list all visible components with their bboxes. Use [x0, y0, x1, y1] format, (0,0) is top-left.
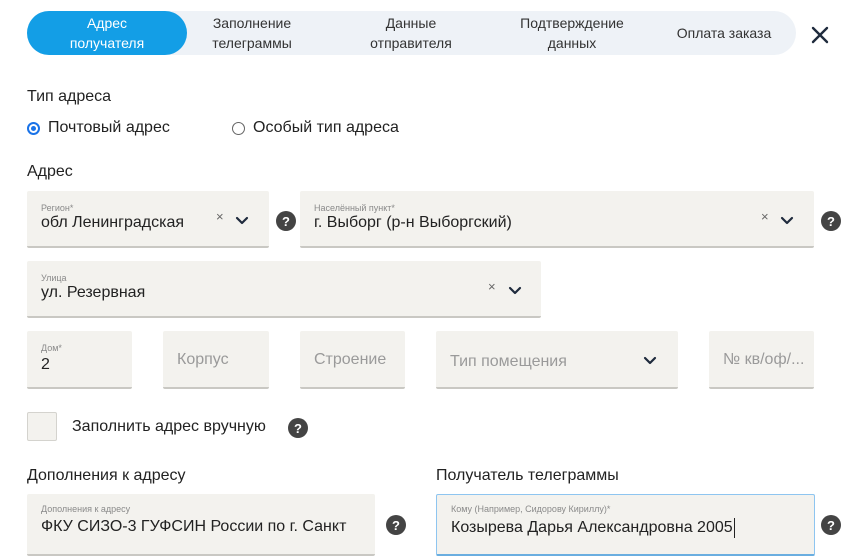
chevron-down-icon[interactable]	[235, 216, 249, 226]
step-label: телеграммы	[212, 35, 292, 51]
address-type-label: Тип адреса	[27, 88, 112, 105]
field-placeholder: Тип помещения	[450, 353, 567, 370]
field-value: г. Выборг (р-н Выборгский)	[314, 214, 512, 231]
corpus-input[interactable]: Корпус	[163, 331, 269, 389]
step-label: Адрес	[86, 15, 128, 31]
locality-select[interactable]: Населённый пункт* г. Выборг (р-н Выборгс…	[300, 191, 814, 248]
radio-postal-address[interactable]: Почтовый адрес	[27, 119, 170, 137]
region-select[interactable]: Регион* обл Ленинградская ×	[27, 191, 269, 248]
help-icon[interactable]: ?	[386, 515, 406, 535]
field-label: Кому (Например, Сидорову Кириллу)*	[451, 504, 611, 514]
manual-fill-checkbox[interactable]	[27, 412, 57, 441]
step-label: получателя	[69, 35, 145, 51]
clear-icon[interactable]: ×	[761, 209, 769, 224]
address-section-label: Адрес	[27, 163, 73, 180]
recipient-section-label: Получатель телеграммы	[436, 467, 619, 484]
help-icon[interactable]: ?	[276, 211, 296, 231]
clear-icon[interactable]: ×	[216, 209, 224, 224]
room-type-select[interactable]: Тип помещения	[436, 331, 678, 389]
field-value: ул. Резервная	[41, 284, 146, 301]
step-label: Оплата заказа	[676, 25, 772, 41]
wizard-stepper: Адрес получателя Заполнение телеграммы Дан…	[27, 11, 796, 55]
step-recipient-address[interactable]: Адрес получателя	[27, 11, 187, 55]
step-label: отправителя	[370, 35, 452, 51]
field-label: Улица	[41, 273, 67, 283]
field-label: Дом*	[41, 343, 62, 353]
help-icon[interactable]: ?	[821, 211, 841, 231]
help-icon[interactable]: ?	[288, 418, 308, 438]
clear-icon[interactable]: ×	[488, 279, 496, 294]
radio-checked-icon	[27, 121, 40, 135]
field-value: 2	[41, 356, 50, 373]
radio-special-address[interactable]: Особый тип адреса	[232, 119, 399, 137]
field-value: Козырева Дарья Александровна 2005	[451, 519, 733, 537]
step-label: Подтверждение	[520, 15, 624, 31]
field-value: ФКУ СИЗО-3 ГУФСИН России по г. Санкт	[41, 518, 347, 535]
close-icon[interactable]	[807, 22, 833, 48]
step-confirm-data[interactable]: Подтверждение данных	[502, 11, 642, 55]
step-label: Данные	[385, 15, 437, 31]
building-input[interactable]: Строение	[300, 331, 405, 389]
address-additions-input[interactable]: Дополнения к адресу ФКУ СИЗО-3 ГУФСИН Ро…	[27, 494, 375, 556]
apartment-input[interactable]: № кв/оф/...	[709, 331, 814, 389]
field-value: обл Ленинградская	[41, 214, 185, 231]
chevron-down-icon[interactable]	[780, 216, 794, 226]
recipient-name-input[interactable]: Кому (Например, Сидорову Кириллу)* Козыр…	[436, 494, 815, 556]
chevron-down-icon[interactable]	[508, 286, 522, 296]
radio-label: Почтовый адрес	[48, 119, 170, 136]
step-label: данных	[547, 35, 597, 51]
step-sender-data[interactable]: Данные отправителя	[351, 11, 471, 55]
radio-unchecked-icon	[232, 121, 245, 135]
manual-fill-label: Заполнить адрес вручную	[72, 418, 266, 435]
field-placeholder: № кв/оф/...	[723, 351, 805, 368]
field-placeholder: Строение	[314, 351, 387, 368]
additions-section-label: Дополнения к адресу	[27, 467, 186, 484]
radio-label: Особый тип адреса	[253, 119, 399, 136]
field-label: Населённый пункт*	[314, 203, 395, 213]
field-placeholder: Корпус	[177, 351, 229, 368]
street-select[interactable]: Улица ул. Резервная ×	[27, 261, 541, 318]
house-input[interactable]: Дом* 2	[27, 331, 132, 389]
field-label: Дополнения к адресу	[41, 504, 131, 514]
help-icon[interactable]: ?	[821, 515, 841, 535]
text-caret	[733, 518, 735, 538]
field-label: Регион*	[41, 203, 74, 213]
step-payment[interactable]: Оплата заказа	[662, 11, 786, 55]
step-label: Заполнение	[212, 15, 292, 31]
chevron-down-icon[interactable]	[643, 356, 657, 366]
step-telegram-fill[interactable]: Заполнение телеграммы	[192, 11, 312, 55]
